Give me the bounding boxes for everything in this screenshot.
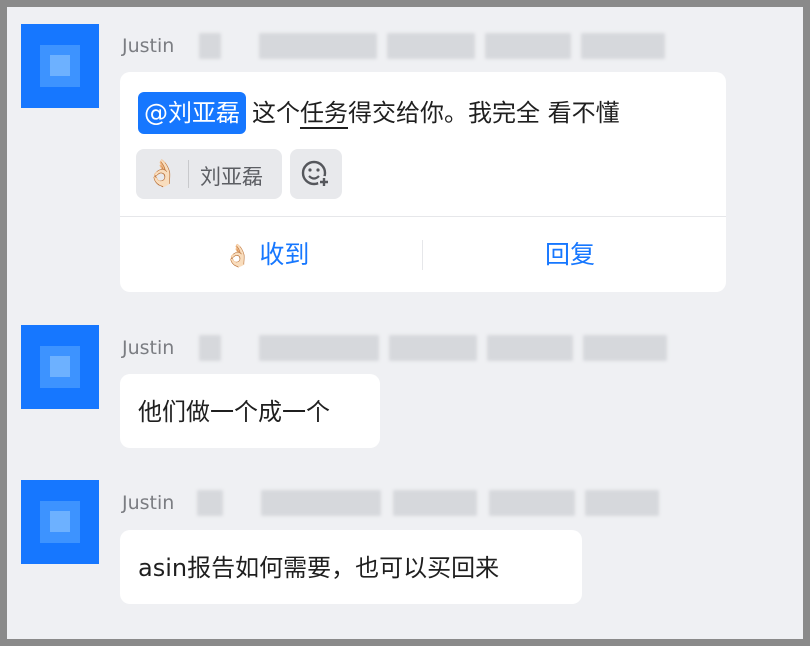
redacted-meta <box>387 33 475 59</box>
message-text: @刘亚磊 这个任务得交给你。我完全 看不懂 <box>138 92 620 134</box>
message-bubble: asin报告如何需要，也可以买回来 <box>120 530 582 604</box>
reaction-user: 刘亚磊 <box>200 165 263 189</box>
avatar[interactable] <box>21 24 99 108</box>
redacted-meta <box>389 335 477 361</box>
chat-window: Justin @刘亚磊 这个任务得交给你。我完全 看不懂 👌🏻 刘亚磊 👌🏻 收… <box>7 7 803 639</box>
redacted-name <box>199 33 221 59</box>
message-card: @刘亚磊这个任务得交给你。我完全 看不懂 👌🏻 刘亚磊 � <box>120 72 726 292</box>
sender-name: Justin <box>122 337 175 359</box>
sender-name: Justin <box>122 35 175 57</box>
reaction-chip[interactable]: 👌🏻 刘亚磊 <box>136 149 282 199</box>
ok-hand-icon: 👌🏻 <box>224 244 252 269</box>
redacted-meta <box>585 490 659 516</box>
redacted-name <box>199 335 221 361</box>
message-text: asin报告如何需要，也可以买回来 <box>138 554 500 582</box>
message-text: 他们做一个成一个 <box>138 398 330 426</box>
ok-hand-icon: 👌🏻 <box>146 159 179 189</box>
reaction-separator <box>188 160 189 188</box>
emoji-add-icon <box>301 160 330 188</box>
redacted-meta <box>485 33 571 59</box>
redacted-meta <box>259 33 377 59</box>
redacted-meta <box>581 33 665 59</box>
card-divider <box>120 216 726 217</box>
mention-tag[interactable]: @刘亚磊 <box>138 92 246 134</box>
redacted-meta <box>393 490 477 516</box>
message-bubble: 他们做一个成一个 <box>120 374 380 448</box>
redacted-meta <box>487 335 573 361</box>
redacted-meta <box>583 335 667 361</box>
add-reaction-button[interactable] <box>290 149 342 199</box>
action-divider <box>422 240 423 270</box>
redacted-meta <box>261 490 381 516</box>
redacted-meta <box>489 490 575 516</box>
acknowledge-label: 收到 <box>259 240 310 269</box>
avatar[interactable] <box>21 480 99 564</box>
redacted-meta <box>259 335 379 361</box>
acknowledge-button[interactable]: 👌🏻 收到 <box>224 235 309 271</box>
sender-name: Justin <box>122 492 175 514</box>
underlined-text: 任务 <box>300 99 348 127</box>
reply-button[interactable]: 回复 <box>545 235 595 271</box>
redacted-name <box>197 490 223 516</box>
avatar[interactable] <box>21 325 99 409</box>
